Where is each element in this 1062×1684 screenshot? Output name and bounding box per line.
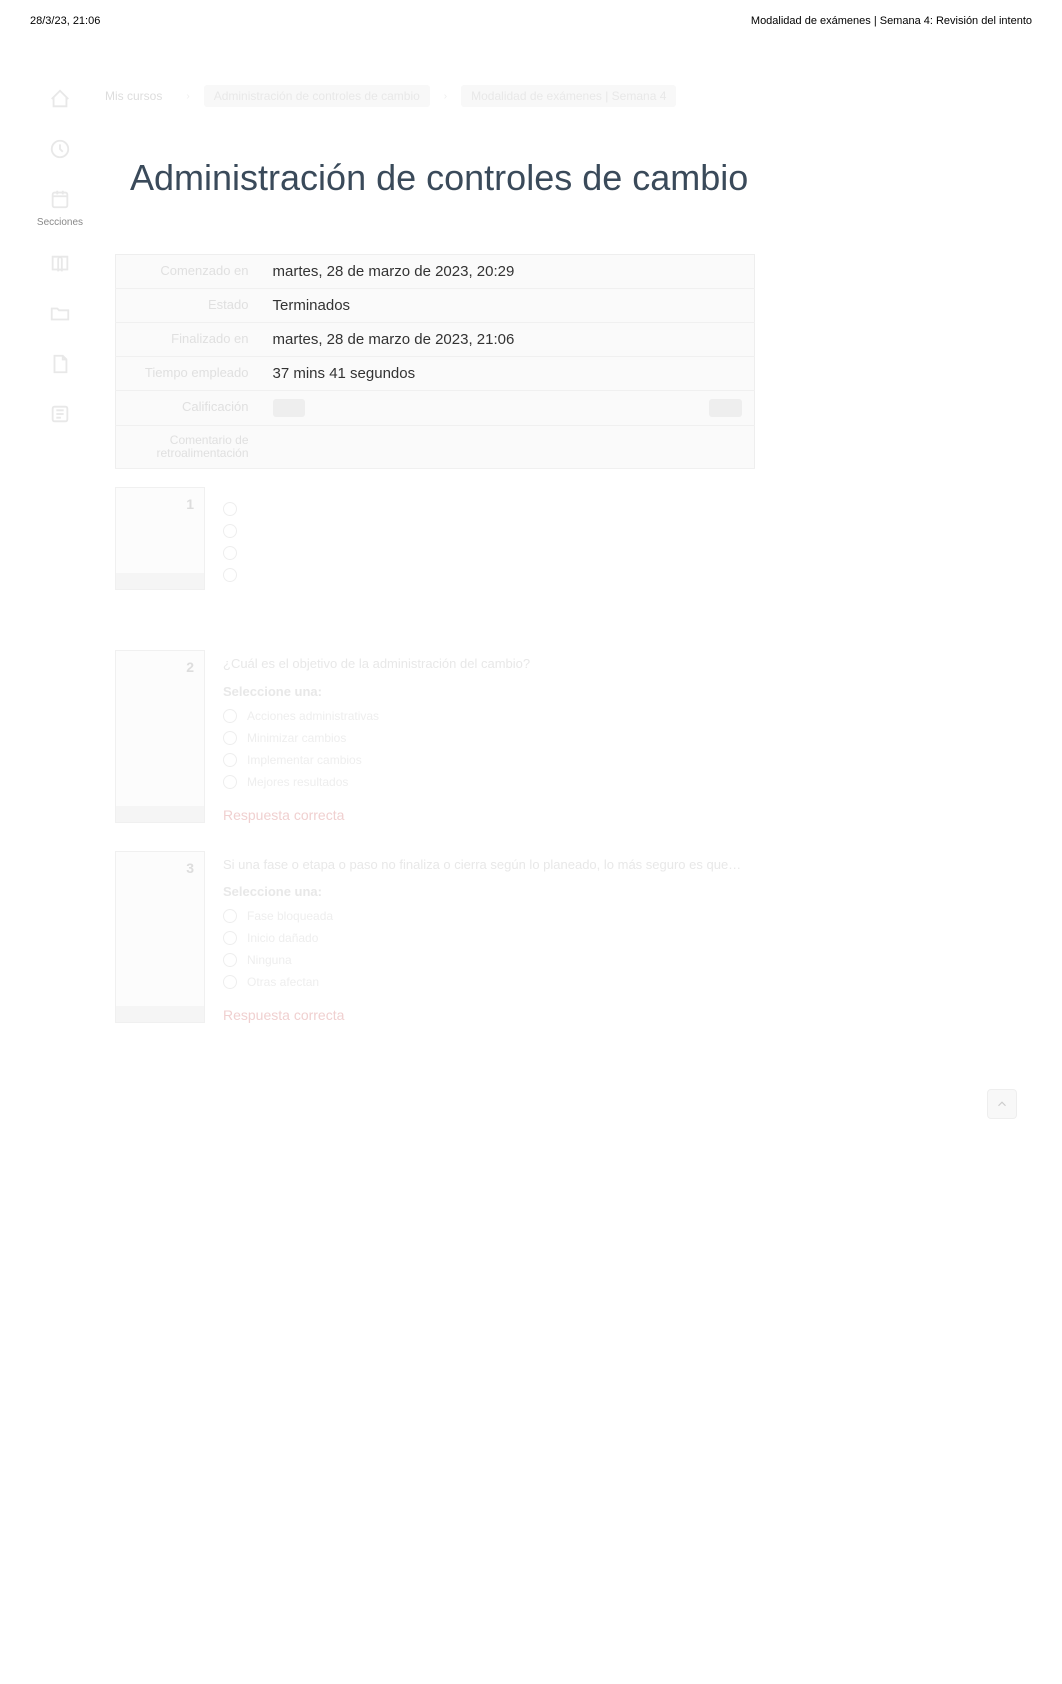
question-options: Fase bloqueada Inicio dañado Ninguna Otr…	[223, 909, 755, 989]
question-text: ¿Cuál es el objetivo de la administració…	[223, 655, 755, 673]
summary-label: Tiempo empleado	[116, 357, 261, 391]
question-options: Acciones administrativas Minimizar cambi…	[223, 709, 755, 789]
breadcrumb-item-mycourses[interactable]: Mis cursos	[95, 85, 172, 107]
option-item[interactable]: Inicio dañado	[223, 931, 755, 945]
summary-label: Calificación	[116, 391, 261, 426]
question-number: 3	[186, 860, 194, 876]
attempt-summary-table: Comenzado en martes, 28 de marzo de 2023…	[115, 254, 755, 469]
option-item[interactable]: Fase bloqueada	[223, 909, 755, 923]
grade-score: 0,0	[273, 399, 306, 417]
grades-icon[interactable]	[46, 400, 74, 428]
table-row: Calificación 0,0 0%	[116, 391, 755, 426]
left-sidebar: Secciones	[30, 85, 90, 428]
option-item[interactable]	[223, 524, 755, 538]
scroll-to-top-button[interactable]	[987, 1089, 1017, 1119]
question-options	[223, 502, 755, 582]
summary-value: 37 mins 41 segundos	[261, 357, 755, 391]
question-text: Si una fase o etapa o paso no finaliza o…	[223, 856, 755, 874]
summary-label: Estado	[116, 289, 261, 323]
table-row: Estado Terminados	[116, 289, 755, 323]
question-block: 1	[115, 487, 755, 590]
chevron-right-icon: ›	[186, 91, 189, 102]
question-feedback: Respuesta correcta	[223, 1007, 755, 1023]
table-row: Comentario de retroalimentación	[116, 426, 755, 469]
breadcrumb-item-activity[interactable]: Modalidad de exámenes | Semana 4	[461, 85, 676, 107]
page-title: Administración de controles de cambio	[130, 157, 1022, 199]
summary-label: Comenzado en	[116, 255, 261, 289]
home-icon[interactable]	[46, 85, 74, 113]
question-block: 3 Si una fase o etapa o paso no finaliza…	[115, 851, 755, 1023]
question-feedback: Respuesta correcta	[223, 807, 755, 823]
question-block: 2 ¿Cuál es el objetivo de la administrac…	[115, 650, 755, 822]
print-timestamp: 28/3/23, 21:06	[30, 15, 100, 27]
option-item[interactable]: Otras afectan	[223, 975, 755, 989]
sidebar-sections-label: Secciones	[37, 217, 83, 228]
grade-percent: 0%	[709, 399, 742, 417]
question-info-box: 2	[115, 650, 205, 822]
summary-value: 0,0 0%	[261, 391, 755, 426]
folder-icon[interactable]	[46, 300, 74, 328]
option-item[interactable]: Mejores resultados	[223, 775, 755, 789]
option-item[interactable]	[223, 546, 755, 560]
question-subheader: Seleccione una:	[223, 884, 755, 899]
breadcrumb-item-course[interactable]: Administración de controles de cambio	[204, 85, 430, 107]
summary-label: Finalizado en	[116, 323, 261, 357]
summary-label: Comentario de retroalimentación	[116, 426, 261, 469]
breadcrumb: Mis cursos › Administración de controles…	[95, 85, 1022, 107]
chevron-right-icon: ›	[444, 91, 447, 102]
question-info-box: 3	[115, 851, 205, 1023]
option-item[interactable]	[223, 502, 755, 516]
table-row: Tiempo empleado 37 mins 41 segundos	[116, 357, 755, 391]
option-item[interactable]: Implementar cambios	[223, 753, 755, 767]
option-item[interactable]: Minimizar cambios	[223, 731, 755, 745]
question-info-box: 1	[115, 487, 205, 590]
table-row: Comenzado en martes, 28 de marzo de 2023…	[116, 255, 755, 289]
option-item[interactable]: Acciones administrativas	[223, 709, 755, 723]
question-number: 1	[186, 496, 194, 512]
summary-value: martes, 28 de marzo de 2023, 21:06	[261, 323, 755, 357]
question-number: 2	[186, 659, 194, 675]
option-item[interactable]	[223, 568, 755, 582]
book-icon[interactable]	[46, 250, 74, 278]
table-row: Finalizado en martes, 28 de marzo de 202…	[116, 323, 755, 357]
summary-value: Terminados	[261, 289, 755, 323]
print-page-title: Modalidad de exámenes | Semana 4: Revisi…	[751, 15, 1032, 27]
file-icon[interactable]	[46, 350, 74, 378]
option-item[interactable]: Ninguna	[223, 953, 755, 967]
summary-value	[261, 426, 755, 469]
calendar-icon[interactable]	[46, 185, 74, 213]
summary-value: martes, 28 de marzo de 2023, 20:29	[261, 255, 755, 289]
dashboard-icon[interactable]	[46, 135, 74, 163]
question-subheader: Seleccione una:	[223, 684, 755, 699]
